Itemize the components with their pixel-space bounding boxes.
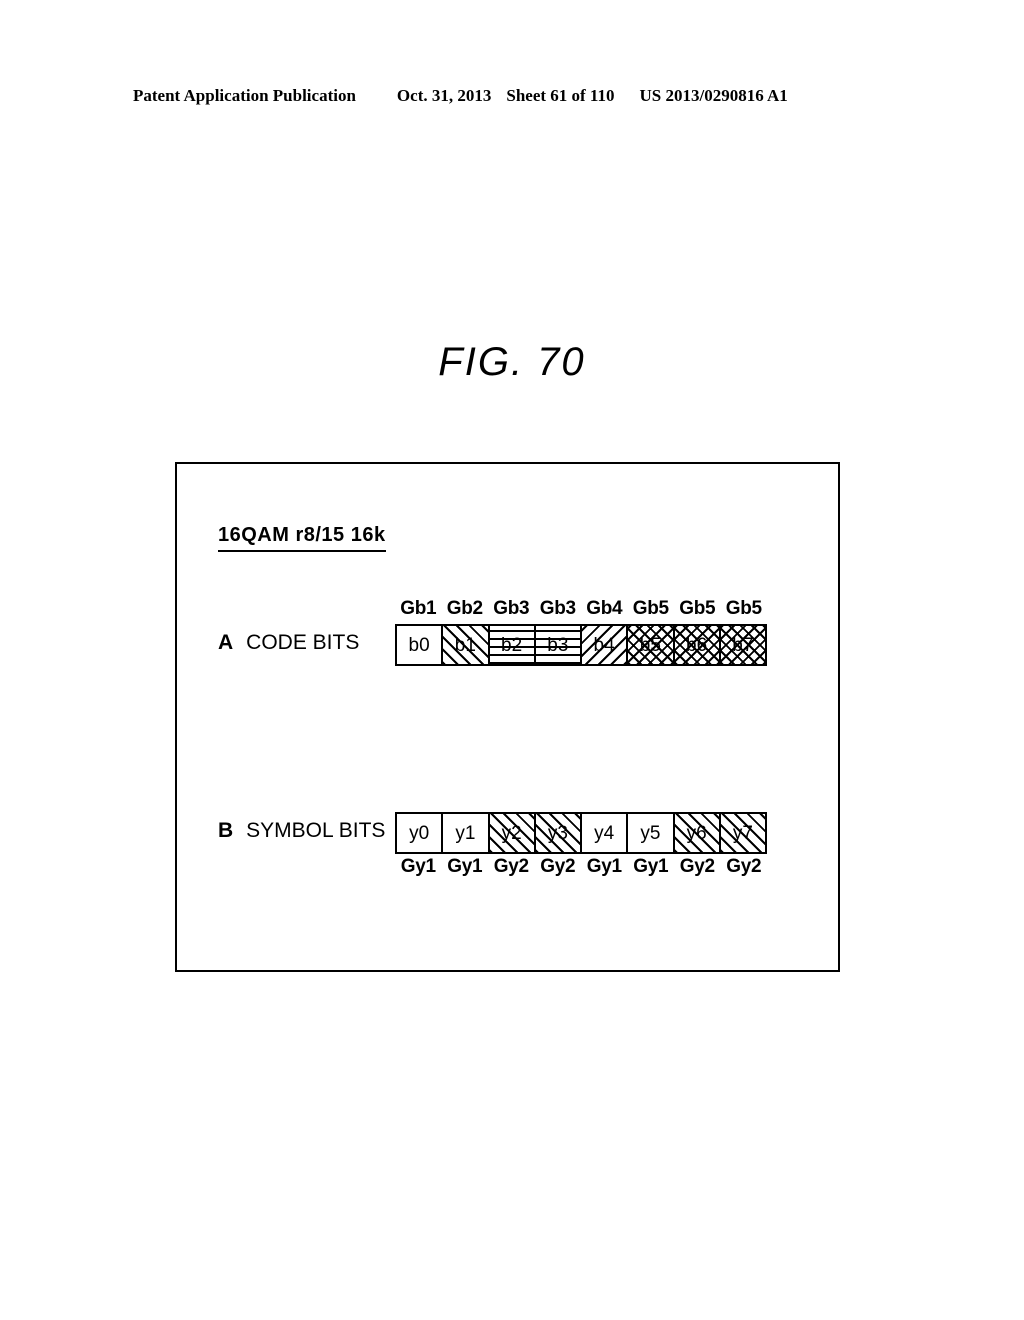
symbol-bits-cells: y0 y1 y2 y3 y4 y5 y6 y7 (395, 812, 767, 854)
sheet-number: Sheet 61 of 110 (506, 86, 615, 105)
code-bits-section-text: CODE BITS (246, 631, 360, 654)
group-label: Gy2 (493, 856, 529, 877)
bit-cell-label: b0 (408, 634, 430, 656)
bit-cell: y5 (628, 814, 675, 852)
group-label: Gb5 (679, 598, 716, 619)
bit-cell: y6 (674, 814, 721, 852)
bit-cell-label: y4 (594, 822, 615, 844)
bit-cell-label: b7 (732, 634, 754, 656)
bit-cell: b2 (489, 626, 536, 664)
bit-cell: y0 (397, 814, 444, 852)
group-label: Gy1 (447, 856, 483, 877)
group-label: Gb4 (586, 598, 623, 619)
bit-cell: y4 (582, 814, 629, 852)
bit-cell-label: b4 (593, 634, 615, 656)
code-bits-label: A CODE BITS (218, 631, 359, 655)
bit-cell: b6 (674, 626, 721, 664)
bit-cell-label: b5 (639, 634, 661, 656)
bit-cell-label: y7 (732, 822, 753, 844)
bit-cell: b0 (397, 626, 444, 664)
figure-frame: 16QAM r8/15 16k A CODE BITS Gb1 Gb2 Gb3 … (175, 462, 840, 972)
bit-cell: b7 (720, 626, 765, 664)
mode-caption: 16QAM r8/15 16k (218, 524, 386, 552)
symbol-bits-group-labels: Gy1 Gy1 Gy2 Gy2 Gy1 Gy1 Gy2 Gy2 (395, 856, 767, 879)
symbol-bits-section-letter: B (218, 819, 234, 842)
group-label: Gb5 (725, 598, 762, 619)
publication-date: Oct. 31, 2013 (396, 86, 492, 105)
code-bits-section-letter: A (218, 631, 234, 654)
bit-cell-label: b6 (686, 634, 708, 656)
bit-cell: b4 (582, 626, 629, 664)
group-label: Gb3 (539, 598, 576, 619)
bit-cell-label: y1 (455, 822, 476, 844)
code-bits-group-labels: Gb1 Gb2 Gb3 Gb3 Gb4 Gb5 Gb5 Gb5 (395, 598, 767, 621)
patent-number: US 2013/0290816 A1 (639, 86, 788, 105)
group-label: Gb1 (400, 598, 437, 619)
bit-cell-label: y2 (501, 822, 522, 844)
group-label: Gy1 (633, 856, 669, 877)
group-label: Gy2 (679, 856, 715, 877)
group-label: Gy2 (540, 856, 576, 877)
bit-cell-label: y5 (640, 822, 661, 844)
bit-cell: b5 (628, 626, 675, 664)
page-header: Patent Application Publication Oct. 31, … (133, 86, 893, 106)
symbol-bits-section-text: SYMBOL BITS (246, 819, 386, 842)
group-label: Gb5 (632, 598, 669, 619)
bit-cell: y2 (489, 814, 536, 852)
bit-cell: b1 (443, 626, 490, 664)
bit-cell-label: y3 (547, 822, 568, 844)
group-label: Gy1 (400, 856, 436, 877)
publication-label: Patent Application Publication (133, 86, 356, 105)
bit-cell-label: b1 (454, 634, 476, 656)
group-label: Gy1 (586, 856, 622, 877)
group-label: Gb2 (446, 598, 483, 619)
figure-title: FIG. 70 (438, 340, 586, 384)
bit-cell-label: y6 (686, 822, 707, 844)
code-bits-cells: b0 b1 b2 b3 b4 b5 b6 b7 (395, 624, 767, 666)
bit-cell: b3 (535, 626, 582, 664)
bit-cell-label: b2 (501, 634, 523, 656)
bit-cell-label: b3 (547, 634, 569, 656)
group-label: Gb3 (493, 598, 530, 619)
bit-cell: y7 (720, 814, 765, 852)
bit-cell: y3 (535, 814, 582, 852)
bit-cell-label: y0 (409, 822, 430, 844)
group-label: Gy2 (726, 856, 762, 877)
symbol-bits-label: B SYMBOL BITS (218, 819, 385, 843)
bit-cell: y1 (443, 814, 490, 852)
